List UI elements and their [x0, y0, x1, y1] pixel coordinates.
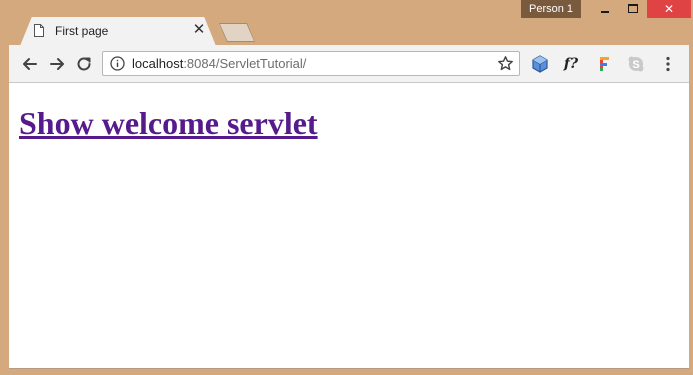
minimize-button[interactable]	[591, 0, 619, 18]
url-text[interactable]: localhost:8084/ServletTutorial/	[132, 56, 306, 72]
menu-button[interactable]	[658, 54, 678, 74]
cube-extension-icon	[532, 55, 548, 73]
maximize-icon	[628, 4, 638, 14]
forward-arrow-icon	[50, 58, 64, 70]
new-tab-button[interactable]	[220, 24, 254, 41]
skype-extension-icon: S	[628, 56, 644, 72]
profile-name: Person 1	[528, 3, 574, 15]
cube-extension-button[interactable]	[530, 54, 550, 74]
show-welcome-servlet-link[interactable]: Show welcome servlet	[19, 104, 318, 142]
browser-window: Person 1 ✕ First page ✕ localhost:8084/S…	[0, 0, 693, 375]
skype-extension-button[interactable]: S	[626, 54, 646, 74]
reload-button[interactable]	[73, 53, 95, 75]
reload-icon	[77, 57, 91, 71]
menu-dots-icon	[666, 56, 670, 72]
profile-button[interactable]: Person 1	[521, 0, 581, 18]
window-close-button[interactable]: ✕	[647, 0, 691, 18]
back-arrow-icon	[23, 58, 37, 70]
svg-text:S: S	[632, 59, 639, 71]
fx-extension-button[interactable]: f?	[561, 54, 581, 74]
page-viewport: Show welcome servlet	[9, 83, 689, 369]
close-icon: ✕	[663, 2, 675, 16]
maximize-button[interactable]	[619, 0, 647, 18]
tab-close-icon: ✕	[192, 21, 206, 38]
document-icon	[34, 24, 44, 37]
toolbar: localhost:8084/ServletTutorial/ f? S	[9, 45, 689, 83]
tab-title: First page	[55, 24, 109, 38]
minimize-icon	[601, 11, 609, 13]
fx-extension-icon: f?	[563, 56, 579, 72]
url-host: localhost	[132, 56, 184, 71]
address-bar[interactable]: localhost:8084/ServletTutorial/	[102, 51, 520, 76]
forward-button[interactable]	[46, 53, 68, 75]
tab-close-button[interactable]: ✕	[191, 22, 207, 38]
tab-first-page[interactable]	[20, 17, 216, 46]
back-button[interactable]	[19, 53, 41, 75]
url-path: :8084/ServletTutorial/	[183, 56, 307, 71]
f-extension-button[interactable]	[594, 54, 614, 74]
info-icon[interactable]	[110, 56, 125, 71]
bookmark-star-icon[interactable]	[497, 55, 514, 72]
f-extension-icon	[600, 57, 609, 71]
